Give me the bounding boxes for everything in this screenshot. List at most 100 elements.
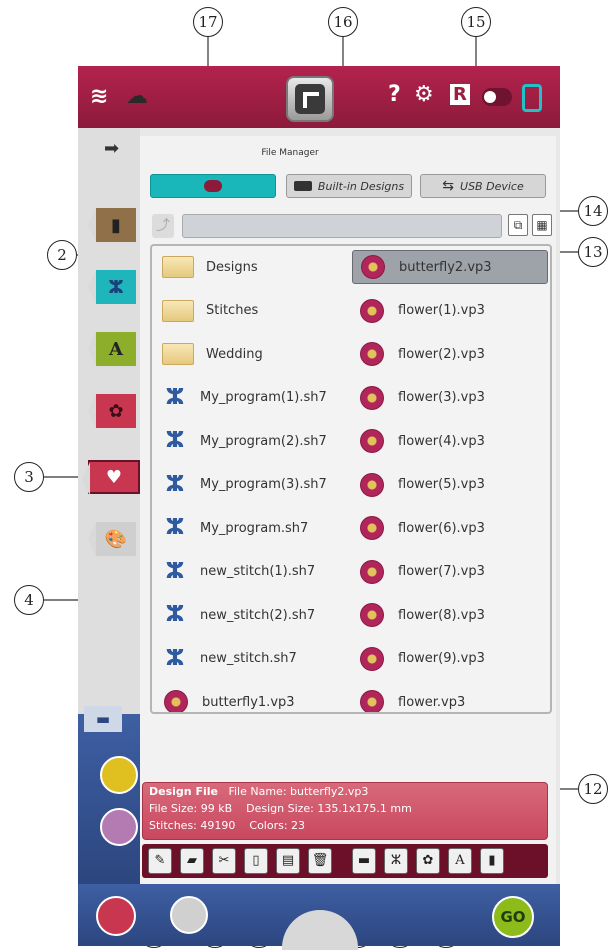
list-item-label: flower(9).vp3 [398, 651, 485, 666]
settings-icon[interactable]: ⚙ [414, 82, 434, 107]
list-item[interactable]: Stitches [156, 294, 346, 328]
list-item[interactable]: flower(9).vp3 [352, 642, 548, 676]
stitch-icon: ⵣ [165, 471, 185, 497]
list-item[interactable]: butterfly2.vp3 [352, 250, 548, 284]
rename-icon[interactable]: ✎ [148, 848, 172, 874]
callout-15: 15 [461, 7, 491, 37]
flower-icon [358, 340, 386, 368]
quickhelp-icon[interactable] [100, 808, 138, 846]
flower-icon [358, 558, 386, 586]
list-item[interactable]: ⵣ My_program(2).sh7 [156, 424, 346, 458]
home-button[interactable] [286, 76, 334, 122]
list-item[interactable]: ⵣ new_stitch.sh7 [156, 642, 346, 676]
usb-icon: ⇆ [442, 178, 455, 194]
flower-icon [358, 601, 386, 629]
copy-icon[interactable]: ▯ [244, 848, 268, 874]
flower-icon [358, 384, 386, 412]
favorites-star-icon[interactable] [100, 756, 138, 794]
list-item[interactable]: flower(3).vp3 [352, 381, 548, 415]
list-item[interactable]: flower(7).vp3 [352, 555, 548, 589]
stitches-label: Stitches: [149, 819, 197, 832]
list-item[interactable]: flower(8).vp3 [352, 598, 548, 632]
callout-17: 17 [193, 7, 223, 37]
flower-icon [358, 514, 386, 542]
cut-icon[interactable]: ✂ [212, 848, 236, 874]
briefcase-icon[interactable]: ▬ [84, 706, 122, 732]
flower-icon [358, 427, 386, 455]
file-name-value: butterfly2.vp3 [290, 785, 369, 798]
stitch-icon: ⵣ [165, 645, 185, 671]
stitch-icon: ⵣ [165, 602, 185, 627]
list-item-label: new_stitch(2).sh7 [200, 607, 316, 623]
rail-tab-book[interactable]: ▮ [88, 208, 136, 242]
filter-folders-icon[interactable]: ▬ [352, 848, 376, 874]
list-item[interactable]: flower(6).vp3 [352, 511, 548, 545]
list-item-label: My_program.sh7 [200, 520, 309, 536]
colors-label: Colors: [249, 819, 288, 832]
list-item[interactable]: ⵣ My_program(1).sh7 [156, 381, 346, 415]
list-view-button[interactable]: ⧉ [508, 214, 528, 236]
file-toolbar: ✎ ▰ ✂ ▯ ▤ 🗑 ▬ ⵣ ✿ A ▮ [142, 844, 548, 878]
flower-icon [358, 688, 386, 712]
list-item[interactable]: ⵣ new_stitch(1).sh7 [156, 555, 346, 589]
list-item[interactable]: flower(1).vp3 [352, 294, 548, 328]
stitch-icon: ⵣ [165, 384, 185, 410]
tab-built-in-designs[interactable]: Built-in Designs [286, 174, 412, 198]
folder-icon [162, 299, 194, 322]
go-button[interactable]: GO [492, 896, 534, 938]
tab-cloud[interactable] [150, 174, 276, 198]
rail-tab-fonts[interactable]: A [88, 332, 136, 366]
list-item[interactable]: flower(2).vp3 [352, 337, 548, 371]
list-item[interactable]: ⵣ new_stitch(2).sh7 [156, 598, 346, 632]
rail-tab-stitches[interactable]: ⵣ [88, 270, 136, 304]
list-item[interactable]: ⵣ My_program.sh7 [156, 511, 346, 545]
list-item[interactable]: Wedding [156, 337, 346, 371]
cloud-icon[interactable]: ☁ [126, 84, 148, 109]
current-path-field[interactable] [182, 214, 502, 238]
tab-built-in-label: Built-in Designs [317, 179, 405, 193]
callout-16: 16 [328, 7, 358, 37]
collapse-arrow-icon[interactable]: ➡ [104, 138, 119, 159]
flower-icon [359, 253, 387, 281]
tab-usb-device[interactable]: ⇆ USB Device [420, 174, 546, 198]
list-item-label: new_stitch(1).sh7 [200, 564, 316, 579]
list-item[interactable]: Designs [156, 250, 346, 284]
rail-tab-palette[interactable]: 🎨 [88, 522, 136, 556]
filter-stitches-icon[interactable]: ⵣ [384, 848, 408, 874]
list-item[interactable]: ⵣ My_program(3).sh7 [156, 468, 346, 502]
mobile-device-icon[interactable] [522, 84, 542, 112]
callout-4: 4 [14, 585, 44, 615]
folder-up-button[interactable]: ⤴ [152, 214, 174, 238]
callout-12: 12 [578, 774, 608, 804]
stitch-icon: ⵣ [165, 558, 185, 584]
grid-view-button[interactable]: ▦ [532, 214, 552, 236]
file-list[interactable]: Designs Stitches Wedding ⵣ My_program(1).sh7… [150, 244, 552, 714]
list-item[interactable]: flower.vp3 [352, 685, 548, 712]
sewing-mode-icon[interactable] [170, 896, 208, 934]
callout-2: 2 [47, 240, 77, 270]
presser-foot-icon[interactable]: R [450, 84, 470, 105]
file-size-label: File Size: [149, 802, 198, 815]
embroidery-mode-icon[interactable] [96, 896, 136, 936]
sewing-machine-icon [293, 181, 312, 191]
paste-icon[interactable]: ▤ [276, 848, 300, 874]
list-item[interactable]: flower(4).vp3 [352, 424, 548, 458]
list-item-label: My_program(1).sh7 [200, 390, 327, 405]
list-item-label: My_program(2).sh7 [200, 433, 327, 449]
filter-designs-icon[interactable]: ✿ [416, 848, 440, 874]
list-item-label: flower(7).vp3 [398, 564, 485, 579]
file-manager-panel: File Manager Built-in Designs ⇆ USB Devi… [140, 136, 556, 884]
rail-tab-file-manager[interactable]: ♥ [82, 460, 140, 496]
list-item-label: Stitches [206, 303, 259, 318]
new-folder-icon[interactable]: ▰ [180, 848, 204, 874]
mode-toggle[interactable] [482, 88, 512, 106]
callout-3: 3 [14, 462, 44, 492]
delete-icon[interactable]: 🗑 [308, 848, 332, 874]
filter-other-icon[interactable]: ▮ [480, 848, 504, 874]
rail-tab-designs[interactable]: ✿ [88, 394, 136, 428]
list-item[interactable]: flower(5).vp3 [352, 468, 548, 502]
filter-fonts-icon[interactable]: A [448, 848, 472, 874]
list-item[interactable]: butterfly1.vp3 [156, 685, 346, 712]
wifi-icon[interactable]: ≋ [90, 84, 108, 109]
help-icon[interactable]: ? [388, 82, 401, 107]
